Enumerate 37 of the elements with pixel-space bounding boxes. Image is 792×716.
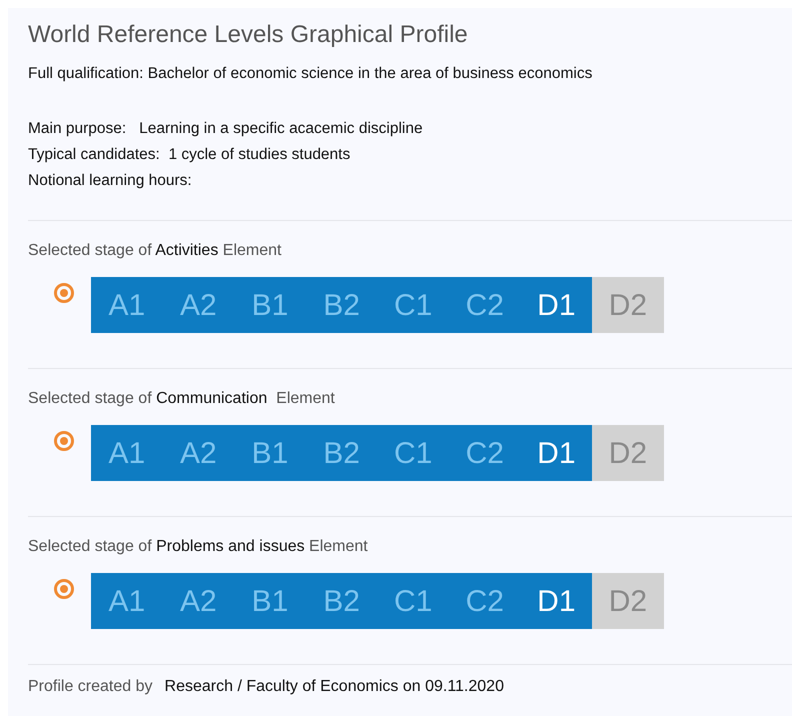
radio-button[interactable] bbox=[54, 283, 74, 303]
level-cell: A1 bbox=[91, 425, 163, 481]
level-cell: A2 bbox=[162, 425, 234, 481]
detail-text: Typical candidates: 1 cycle of studies students bbox=[28, 145, 350, 165]
level-cell: D2 bbox=[592, 277, 664, 333]
level-cell: D1 bbox=[520, 277, 592, 333]
level-cell: A1 bbox=[91, 277, 163, 333]
level-cell: A1 bbox=[91, 573, 163, 629]
footer-label: Profile created by bbox=[28, 677, 153, 697]
level-cell: A2 bbox=[162, 573, 234, 629]
page-title: World Reference Levels Graphical Profile bbox=[28, 20, 468, 50]
radio-button[interactable] bbox=[54, 579, 74, 599]
level-cell: D1 bbox=[520, 573, 592, 629]
level-cell: B2 bbox=[306, 573, 378, 629]
detail-text: Main purpose: Learning in a specific acacemic discipline bbox=[28, 119, 423, 139]
level-cell: C2 bbox=[448, 573, 521, 629]
level-cell: C2 bbox=[448, 277, 521, 333]
qualification-text: Full qualification: Bachelor of economic science in the area of business economics bbox=[28, 64, 592, 84]
element-label: Selected stage of Activities Element bbox=[28, 241, 282, 261]
level-cell: D2 bbox=[592, 425, 664, 481]
level-cell: A2 bbox=[162, 277, 234, 333]
level-cell: C1 bbox=[377, 573, 449, 629]
level-cell: D1 bbox=[520, 425, 592, 481]
level-cell: D2 bbox=[592, 573, 664, 629]
level-cell: B1 bbox=[234, 277, 306, 333]
detail-text: Notional learning hours: bbox=[28, 171, 192, 191]
level-cell: C1 bbox=[377, 277, 449, 333]
level-cell: B2 bbox=[306, 277, 378, 333]
level-cell: C1 bbox=[377, 425, 449, 481]
level-cell: B1 bbox=[234, 573, 306, 629]
radio-button[interactable] bbox=[54, 431, 74, 451]
footer-value: Research / Faculty of Economics on 09.11.2020 bbox=[164, 677, 504, 697]
element-label: Selected stage of Problems and issues Element bbox=[28, 537, 368, 557]
level-cell: B1 bbox=[234, 425, 306, 481]
level-cell: C2 bbox=[448, 425, 521, 481]
level-cell: B2 bbox=[306, 425, 378, 481]
element-label: Selected stage of Communication Element bbox=[28, 389, 335, 409]
